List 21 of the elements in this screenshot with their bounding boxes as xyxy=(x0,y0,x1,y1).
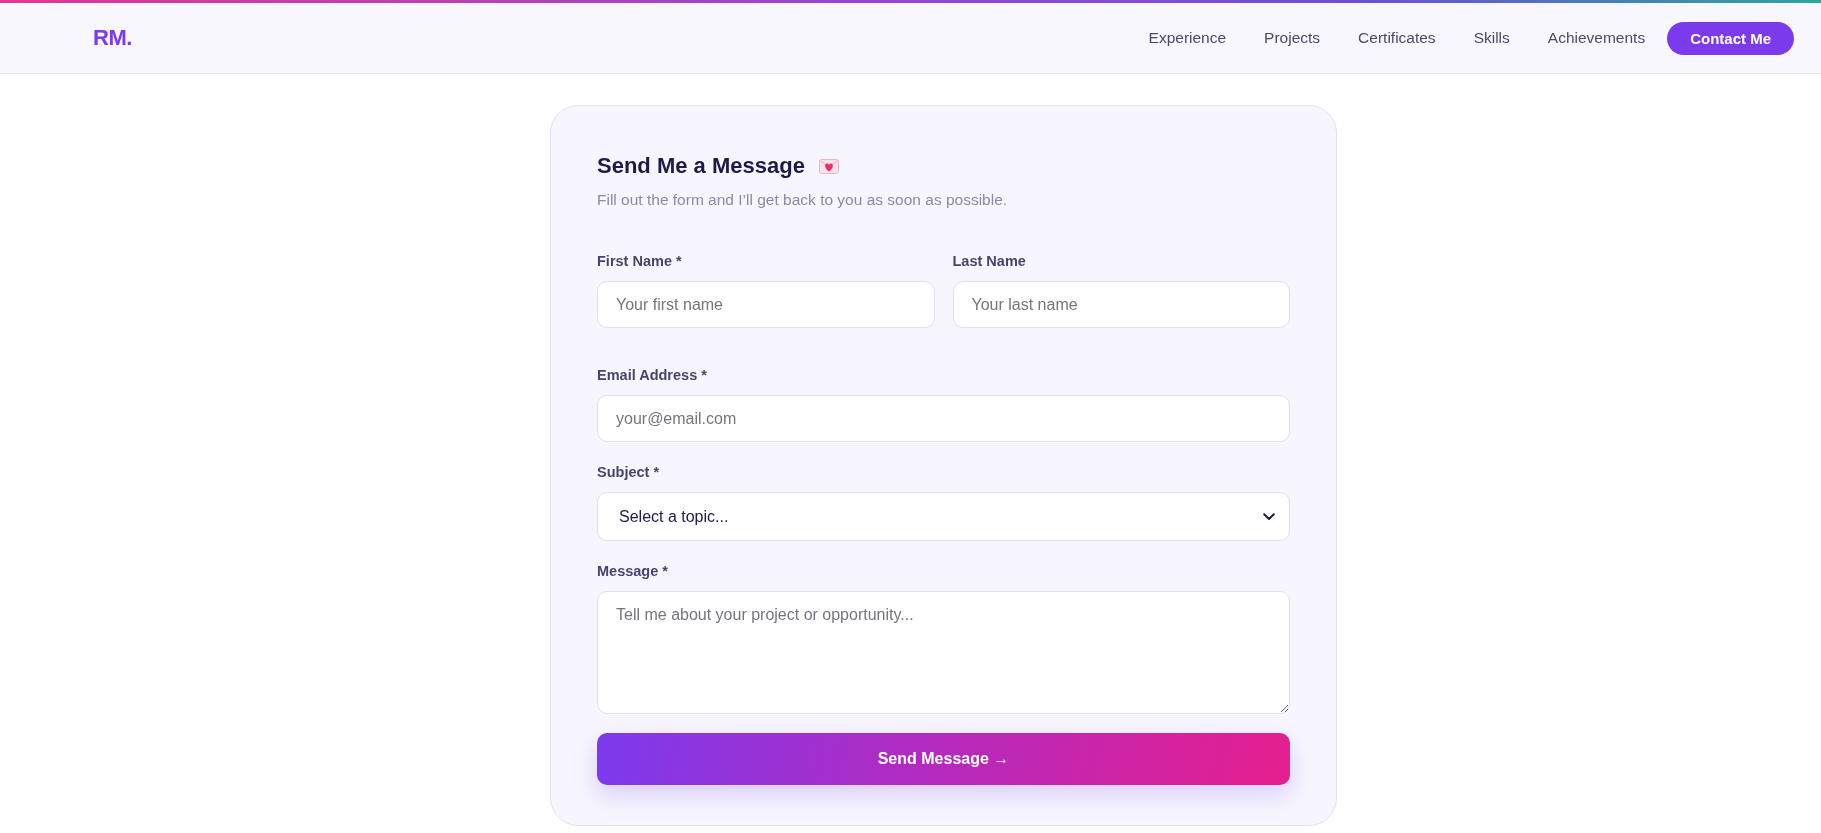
nav-link[interactable]: Skills xyxy=(1473,29,1510,47)
nav-link[interactable]: Achievements xyxy=(1547,29,1646,47)
input-field[interactable]: Your last name xyxy=(952,281,1290,328)
send-message-button[interactable]: Send Message → xyxy=(597,733,1290,785)
field-label: Last Name xyxy=(952,252,1027,270)
nav-link[interactable]: Certificates xyxy=(1358,29,1436,47)
field-label: Subject * xyxy=(597,463,661,481)
site-logo[interactable]: RM. xyxy=(93,25,132,51)
input-field[interactable]: your@email.com xyxy=(597,395,1290,442)
field-label: Email Address * xyxy=(597,366,708,384)
nav-link[interactable]: Projects xyxy=(1264,29,1321,47)
nav-link[interactable]: Experience xyxy=(1148,29,1227,47)
select-field[interactable]: Select a topic... xyxy=(597,492,1290,541)
form-title: Send Me a Message xyxy=(597,152,805,180)
input-field[interactable]: Your first name xyxy=(597,281,935,328)
chevron-down-icon xyxy=(1263,512,1275,521)
contact-button[interactable]: Contact Me xyxy=(1667,21,1794,55)
textarea-field[interactable]: Tell me about your project or opportunity... xyxy=(597,591,1290,714)
form-subtitle: Fill out the form and I’ll get back to you as soon as possible. xyxy=(597,190,1009,210)
field-label: Message * xyxy=(597,562,669,580)
field-label: First Name * xyxy=(597,252,683,270)
